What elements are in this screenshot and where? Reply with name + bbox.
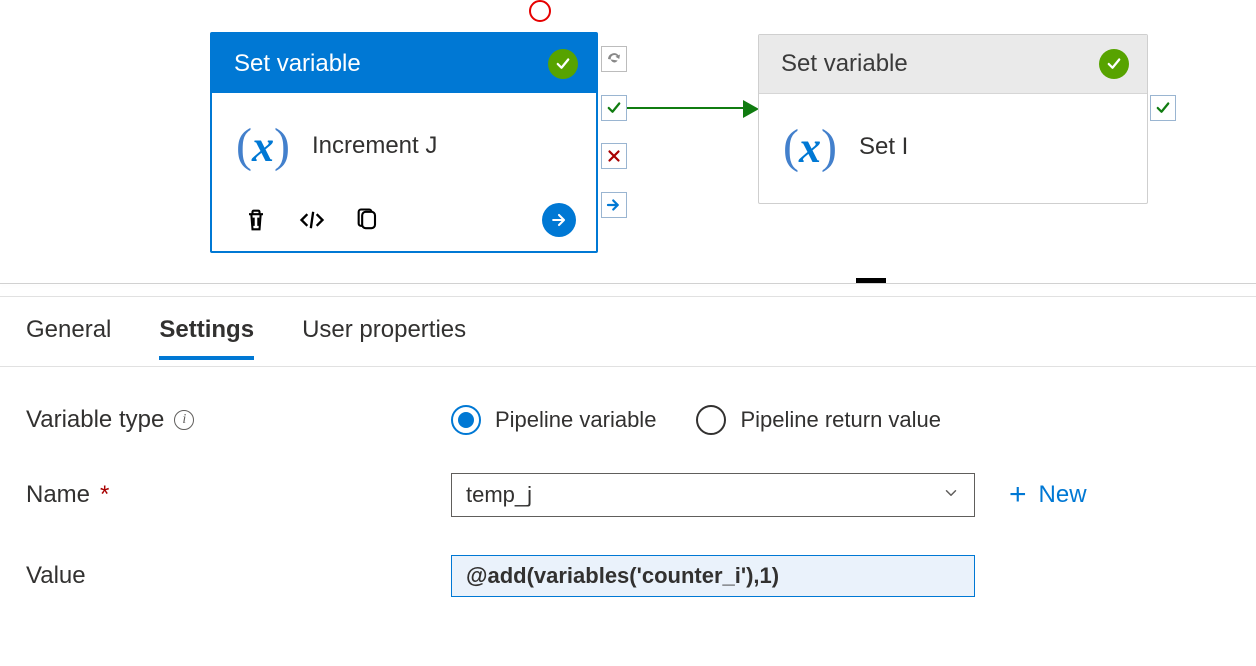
code-button[interactable] xyxy=(298,206,326,234)
tab-settings[interactable]: Settings xyxy=(159,316,254,360)
new-label: New xyxy=(1039,481,1087,509)
panel-divider xyxy=(0,283,1256,284)
copy-button[interactable] xyxy=(354,206,382,234)
connector-completion-icon[interactable] xyxy=(601,46,627,72)
variable-icon: (x) xyxy=(783,119,837,174)
name-select-value: temp_j xyxy=(466,482,532,508)
required-asterisk: * xyxy=(100,481,109,509)
activity-node-set-i[interactable]: Set variable (x) Set I xyxy=(758,34,1148,204)
tabs-underline xyxy=(0,366,1256,367)
variable-type-label: Variable type xyxy=(26,406,164,434)
radio-pipeline-return-value[interactable]: Pipeline return value xyxy=(696,405,941,435)
activity-type-label: Set variable xyxy=(234,50,361,78)
value-label: Value xyxy=(26,562,86,590)
activity-header: Set variable xyxy=(759,35,1147,94)
connector-arrow-head xyxy=(743,100,759,118)
connector-success-icon[interactable] xyxy=(601,95,627,121)
value-expression-input[interactable]: @add(variables('counter_i'),1) xyxy=(451,555,975,597)
new-variable-button[interactable]: + New xyxy=(1009,480,1087,510)
radio-label: Pipeline return value xyxy=(740,407,941,433)
radio-label: Pipeline variable xyxy=(495,407,656,433)
plus-icon: + xyxy=(1009,480,1027,510)
resize-handle-top[interactable] xyxy=(529,0,551,22)
next-button[interactable] xyxy=(542,203,576,237)
status-success-icon xyxy=(1099,49,1129,79)
activity-name-label: Set I xyxy=(859,133,908,161)
variable-icon: (x) xyxy=(236,118,290,173)
radio-dot-icon xyxy=(451,405,481,435)
tab-general[interactable]: General xyxy=(26,316,111,360)
name-label: Name xyxy=(26,481,90,509)
radio-dot-icon xyxy=(696,405,726,435)
tab-user-properties[interactable]: User properties xyxy=(302,316,466,360)
chevron-down-icon xyxy=(942,482,960,508)
activity-name-label: Increment J xyxy=(312,132,437,160)
activity-body: (x) Set I xyxy=(759,94,1147,198)
value-expression-text: @add(variables('counter_i'),1) xyxy=(466,563,779,589)
connector-arrow[interactable] xyxy=(627,107,745,109)
activity-type-label: Set variable xyxy=(781,50,908,78)
activity-header: Set variable xyxy=(212,34,596,93)
activity-node-increment-j[interactable]: Set variable (x) Increment J xyxy=(210,32,598,253)
name-select[interactable]: temp_j xyxy=(451,473,975,517)
panel-resize-handle[interactable] xyxy=(856,278,886,283)
activity-body: (x) Increment J xyxy=(212,93,596,197)
status-success-icon xyxy=(548,49,578,79)
panel-divider xyxy=(0,296,1256,297)
info-icon[interactable]: i xyxy=(174,410,194,430)
connector-failure-icon[interactable] xyxy=(601,143,627,169)
delete-button[interactable] xyxy=(242,206,270,234)
connector-success-icon[interactable] xyxy=(1150,95,1176,121)
connector-skip-icon[interactable] xyxy=(601,192,627,218)
radio-pipeline-variable[interactable]: Pipeline variable xyxy=(451,405,656,435)
